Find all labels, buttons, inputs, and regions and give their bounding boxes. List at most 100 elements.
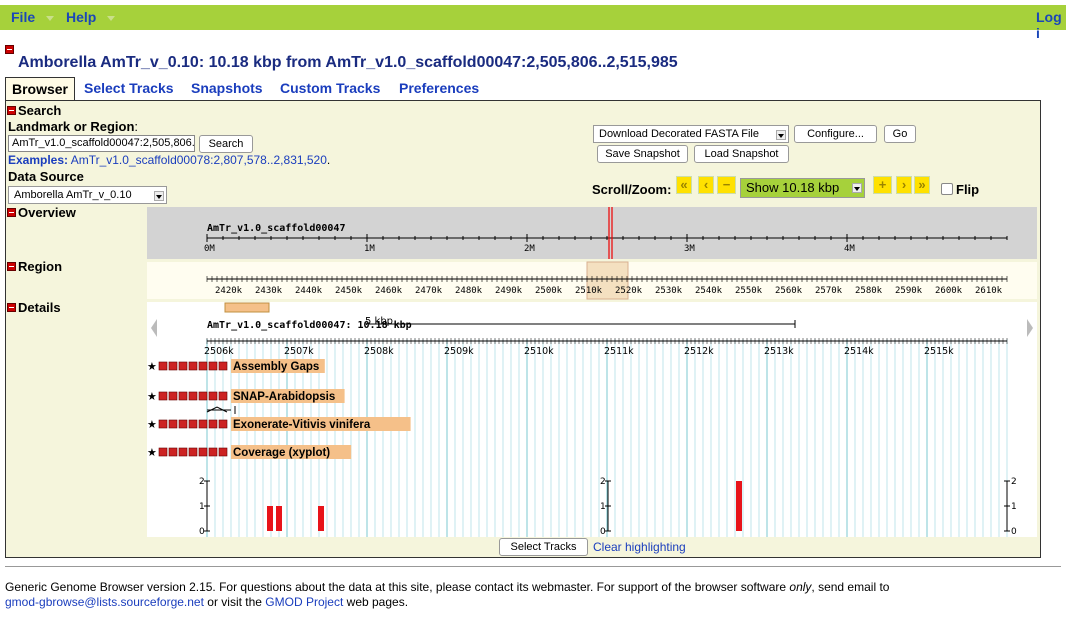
flip-checkbox[interactable] xyxy=(941,183,953,195)
overview-tick-label: 4M xyxy=(844,244,855,254)
coverage-axis-label: 0 xyxy=(600,527,606,537)
favorite-star-icon: ★ xyxy=(147,447,157,459)
collapse-title-icon[interactable] xyxy=(5,45,14,54)
download-select[interactable]: Download Decorated FASTA File xyxy=(593,125,789,143)
load-snapshot-button[interactable]: Load Snapshot xyxy=(694,145,789,163)
question-track-icon xyxy=(218,419,228,429)
select-tracks-button[interactable]: Select Tracks xyxy=(499,538,588,556)
help-track-icon xyxy=(198,447,208,457)
region-tick-label: 2550k xyxy=(735,286,763,296)
download-track-icon xyxy=(188,361,198,371)
details-tick-label: 2506k xyxy=(204,346,234,357)
help-track-icon xyxy=(198,361,208,371)
data-source-select[interactable]: Amborella AmTr_v_0.10 xyxy=(8,186,167,204)
tab-browser[interactable]: Browser xyxy=(5,77,75,101)
collapse-overview-icon[interactable] xyxy=(7,208,16,217)
login-link[interactable]: Log i xyxy=(1036,9,1066,41)
scroll-right-icon[interactable]: › xyxy=(896,176,912,194)
tab-custom-tracks[interactable]: Custom Tracks xyxy=(280,80,380,96)
chevron-down-icon xyxy=(776,130,786,140)
collapse-details-icon[interactable] xyxy=(7,303,16,312)
help-chevron-icon xyxy=(107,16,115,21)
tab-preferences[interactable]: Preferences xyxy=(399,80,479,96)
footer-divider xyxy=(5,566,1061,567)
landmark-input[interactable]: AmTr_v1.0_scaffold00047:2,505,806..2,515… xyxy=(8,135,195,152)
close-track-icon xyxy=(168,419,178,429)
scroll-left-icon[interactable]: ‹ xyxy=(698,176,714,194)
scroll-right-far-icon[interactable]: » xyxy=(914,176,930,194)
share-track-icon xyxy=(178,447,188,457)
coverage-axis-label: 2 xyxy=(600,477,606,487)
region-tick-label: 2440k xyxy=(295,286,323,296)
save-snapshot-button[interactable]: Save Snapshot xyxy=(597,145,688,163)
region-tick-label: 2580k xyxy=(855,286,883,296)
file-menu[interactable]: File xyxy=(11,9,35,25)
coverage-axis-label: 2 xyxy=(199,477,205,487)
collapse-track-icon xyxy=(158,391,168,401)
example-link[interactable]: AmTr_v1.0_scaffold00078:2,807,578..2,831… xyxy=(71,153,327,167)
coverage-axis-label: 2 xyxy=(1011,477,1017,487)
search-button[interactable]: Search xyxy=(199,135,253,153)
region-tick-label: 2480k xyxy=(455,286,483,296)
region-tick-label: 2510k xyxy=(575,286,603,296)
tab-select-tracks[interactable]: Select Tracks xyxy=(84,80,174,96)
flip-label: Flip xyxy=(956,182,980,197)
region-tick-label: 2460k xyxy=(375,286,403,296)
collapse-region-icon[interactable] xyxy=(7,262,16,271)
details-tick-label: 2508k xyxy=(364,346,394,357)
zoom-out-icon[interactable]: − xyxy=(717,176,736,194)
coverage-bar xyxy=(267,506,273,531)
data-source-label: Data Source xyxy=(8,169,84,184)
examples: Examples: AmTr_v1.0_scaffold00078:2,807,… xyxy=(8,153,331,167)
help-track-icon xyxy=(198,419,208,429)
overview-tick-label: 1M xyxy=(364,244,375,254)
clear-highlighting-link[interactable]: Clear highlighting xyxy=(593,540,686,554)
go-button[interactable]: Go xyxy=(884,125,916,143)
details-tick-label: 2510k xyxy=(524,346,554,357)
collapse-search-icon[interactable] xyxy=(7,106,16,115)
overview-tick-label: 0M xyxy=(204,244,215,254)
scroll-left-far-icon[interactable]: « xyxy=(676,176,692,194)
coverage-axis-label: 1 xyxy=(199,502,205,512)
help-menu[interactable]: Help xyxy=(66,9,96,25)
scale-bar-box xyxy=(224,302,270,313)
region-tick-label: 2500k xyxy=(535,286,563,296)
gmod-link[interactable]: GMOD Project xyxy=(265,595,343,609)
chevron-down-icon xyxy=(154,191,164,201)
page-title: Amborella AmTr_v_0.10: 10.18 kbp from Am… xyxy=(18,54,678,71)
zoom-in-icon[interactable]: + xyxy=(873,176,892,194)
scroll-zoom-label: Scroll/Zoom: xyxy=(592,182,672,197)
collapse-track-icon xyxy=(158,361,168,371)
region-tick-label: 2430k xyxy=(255,286,283,296)
region-section-title: Region xyxy=(18,259,63,274)
close-track-icon xyxy=(168,361,178,371)
favorite-star-icon: ★ xyxy=(147,419,157,431)
track-label: Assembly Gaps xyxy=(233,361,319,373)
tab-snapshots[interactable]: Snapshots xyxy=(191,80,263,96)
question-track-icon xyxy=(218,361,228,371)
details-tick-label: 2507k xyxy=(284,346,314,357)
configure-track-icon xyxy=(208,361,218,371)
region-tick-label: 2590k xyxy=(895,286,923,296)
coverage-axis-label: 1 xyxy=(600,502,606,512)
details-tick-label: 2512k xyxy=(684,346,714,357)
region-tick-label: 2570k xyxy=(815,286,843,296)
download-track-icon xyxy=(188,391,198,401)
details-tick-label: 2511k xyxy=(604,346,634,357)
download-track-icon xyxy=(188,447,198,457)
share-track-icon xyxy=(178,361,188,371)
region-tick-label: 2420k xyxy=(215,286,243,296)
region-tick-label: 2560k xyxy=(775,286,803,296)
genome-browser-canvas[interactable]: AmTr_v1.0_scaffold00047 0M 1M 2M 3M 4M 2420k 24… xyxy=(147,207,1037,537)
close-track-icon xyxy=(168,447,178,457)
zoom-select[interactable]: Show 10.18 kbp xyxy=(740,178,865,198)
favorite-star-icon: ★ xyxy=(147,361,157,373)
coverage-bar xyxy=(318,506,324,531)
configure-button[interactable]: Configure... xyxy=(794,125,877,143)
region-tick-label: 2600k xyxy=(935,286,963,296)
menubar: File Help Log i xyxy=(0,5,1066,41)
email-link[interactable]: gmod-gbrowse@lists.sourceforge.net xyxy=(5,595,204,609)
help-track-icon xyxy=(198,391,208,401)
overview-tick-label: 2M xyxy=(524,244,535,254)
landmark-label: Landmark or Region: xyxy=(8,119,139,134)
